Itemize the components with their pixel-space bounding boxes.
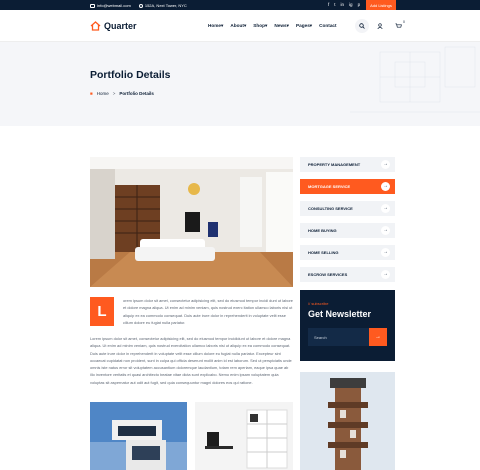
arrow-right-icon: →	[381, 269, 390, 279]
facebook-icon[interactable]: f	[328, 2, 329, 7]
breadcrumb-separator: >	[112, 91, 116, 96]
send-arrow-icon[interactable]: →	[369, 328, 387, 346]
breadcrumb: ■ Home > Portfolio Details	[90, 91, 154, 96]
main-header: Quarter Home▾ About▾ Shop▾ News▾ Pages▾ …	[0, 10, 480, 42]
house-logo-icon	[90, 21, 101, 31]
arrow-right-icon: →	[381, 247, 390, 257]
gallery-image-exterior	[90, 402, 187, 470]
newsletter-widget: // subscribe Get Newsletter →	[300, 290, 395, 361]
service-escrow[interactable]: ESCROW SERVICES →	[300, 267, 395, 282]
service-label: HOME SELLING	[308, 249, 339, 255]
portfolio-main-image	[90, 157, 293, 287]
service-property-management[interactable]: PROPERTY MANAGEMENT →	[300, 157, 395, 172]
instagram-icon[interactable]: ig	[349, 2, 353, 7]
cart-icon[interactable]: 0	[391, 19, 405, 33]
body-paragraph: Lorem ipsum dolor sit amet, consectetur …	[90, 336, 292, 385]
social-links: f t in ig p	[328, 2, 360, 7]
service-label: HOME BUYING	[308, 227, 337, 233]
blueprint-decoration	[350, 46, 480, 113]
service-list: PROPERTY MANAGEMENT → MORTGAGE SERVICE → C…	[300, 157, 395, 289]
arrow-right-icon: →	[381, 181, 390, 191]
service-home-selling[interactable]: HOME SELLING →	[300, 245, 395, 260]
nav-item-contact[interactable]: Contact	[319, 23, 336, 29]
chevron-down-icon: ▾	[221, 23, 224, 28]
service-label: MORTGAGE SERVICE	[308, 183, 351, 189]
arrow-right-icon: →	[381, 225, 390, 235]
sidebar-tower-image	[300, 372, 395, 470]
newsletter-input[interactable]	[308, 334, 369, 340]
chevron-down-icon: ▾	[286, 23, 289, 28]
email-contact[interactable]: info@webmail.com	[90, 3, 131, 8]
service-label: ESCROW SERVICES	[308, 271, 348, 277]
gallery-image-interior	[195, 402, 293, 470]
add-listing-button[interactable]: Add Listings	[366, 0, 396, 10]
address-text: 152A, Next Tower, NYC	[144, 3, 187, 8]
main-nav: Home▾ About▾ Shop▾ News▾ Pages▾ Contact	[208, 23, 337, 29]
logo[interactable]: Quarter	[90, 21, 137, 31]
nav-item-home[interactable]: Home▾	[208, 23, 223, 29]
top-bar: info@webmail.com 152A, Next Tower, NYC f…	[0, 0, 480, 10]
arrow-right-icon: →	[381, 159, 390, 169]
home-icon: ■	[90, 91, 93, 96]
breadcrumb-current: Portfolio Details	[119, 91, 154, 96]
drop-cap: L	[90, 297, 114, 326]
location-icon	[138, 3, 143, 8]
email-text: info@webmail.com	[97, 3, 131, 8]
intro-paragraph: orem ipsum dolor sit amet, consectetur a…	[123, 298, 293, 325]
twitter-icon[interactable]: t	[334, 2, 335, 7]
newsletter-form: →	[308, 328, 387, 346]
nav-item-pages[interactable]: Pages▾	[296, 23, 312, 29]
service-consulting[interactable]: CONSULTING SERVICE →	[300, 201, 395, 216]
nav-item-news[interactable]: News▾	[274, 23, 289, 29]
brand-name: Quarter	[104, 21, 137, 31]
newsletter-subtitle: // subscribe	[308, 301, 329, 306]
page-banner: Portfolio Details ■ Home > Portfolio Det…	[0, 42, 480, 126]
chevron-down-icon: ▾	[265, 23, 268, 28]
service-mortgage[interactable]: MORTGAGE SERVICE →	[300, 179, 395, 194]
pinterest-icon[interactable]: p	[358, 2, 361, 7]
service-label: PROPERTY MANAGEMENT	[308, 161, 361, 167]
chevron-down-icon: ▾	[309, 23, 313, 28]
page-title: Portfolio Details	[90, 69, 171, 81]
nav-item-about[interactable]: About▾	[230, 23, 246, 29]
nav-item-shop[interactable]: Shop▾	[253, 23, 267, 29]
address-contact: 152A, Next Tower, NYC	[138, 3, 187, 8]
chevron-down-icon: ▾	[243, 23, 247, 28]
breadcrumb-home[interactable]: Home	[97, 91, 109, 96]
cart-count: 0	[403, 20, 405, 24]
newsletter-title: Get Newsletter	[308, 309, 372, 319]
mail-icon	[90, 3, 95, 8]
user-icon[interactable]	[373, 19, 387, 33]
search-icon[interactable]	[355, 19, 369, 33]
service-label: CONSULTING SERVICE	[308, 205, 353, 211]
linkedin-icon[interactable]: in	[341, 2, 345, 7]
service-home-buying[interactable]: HOME BUYING →	[300, 223, 395, 238]
arrow-right-icon: →	[381, 203, 390, 213]
